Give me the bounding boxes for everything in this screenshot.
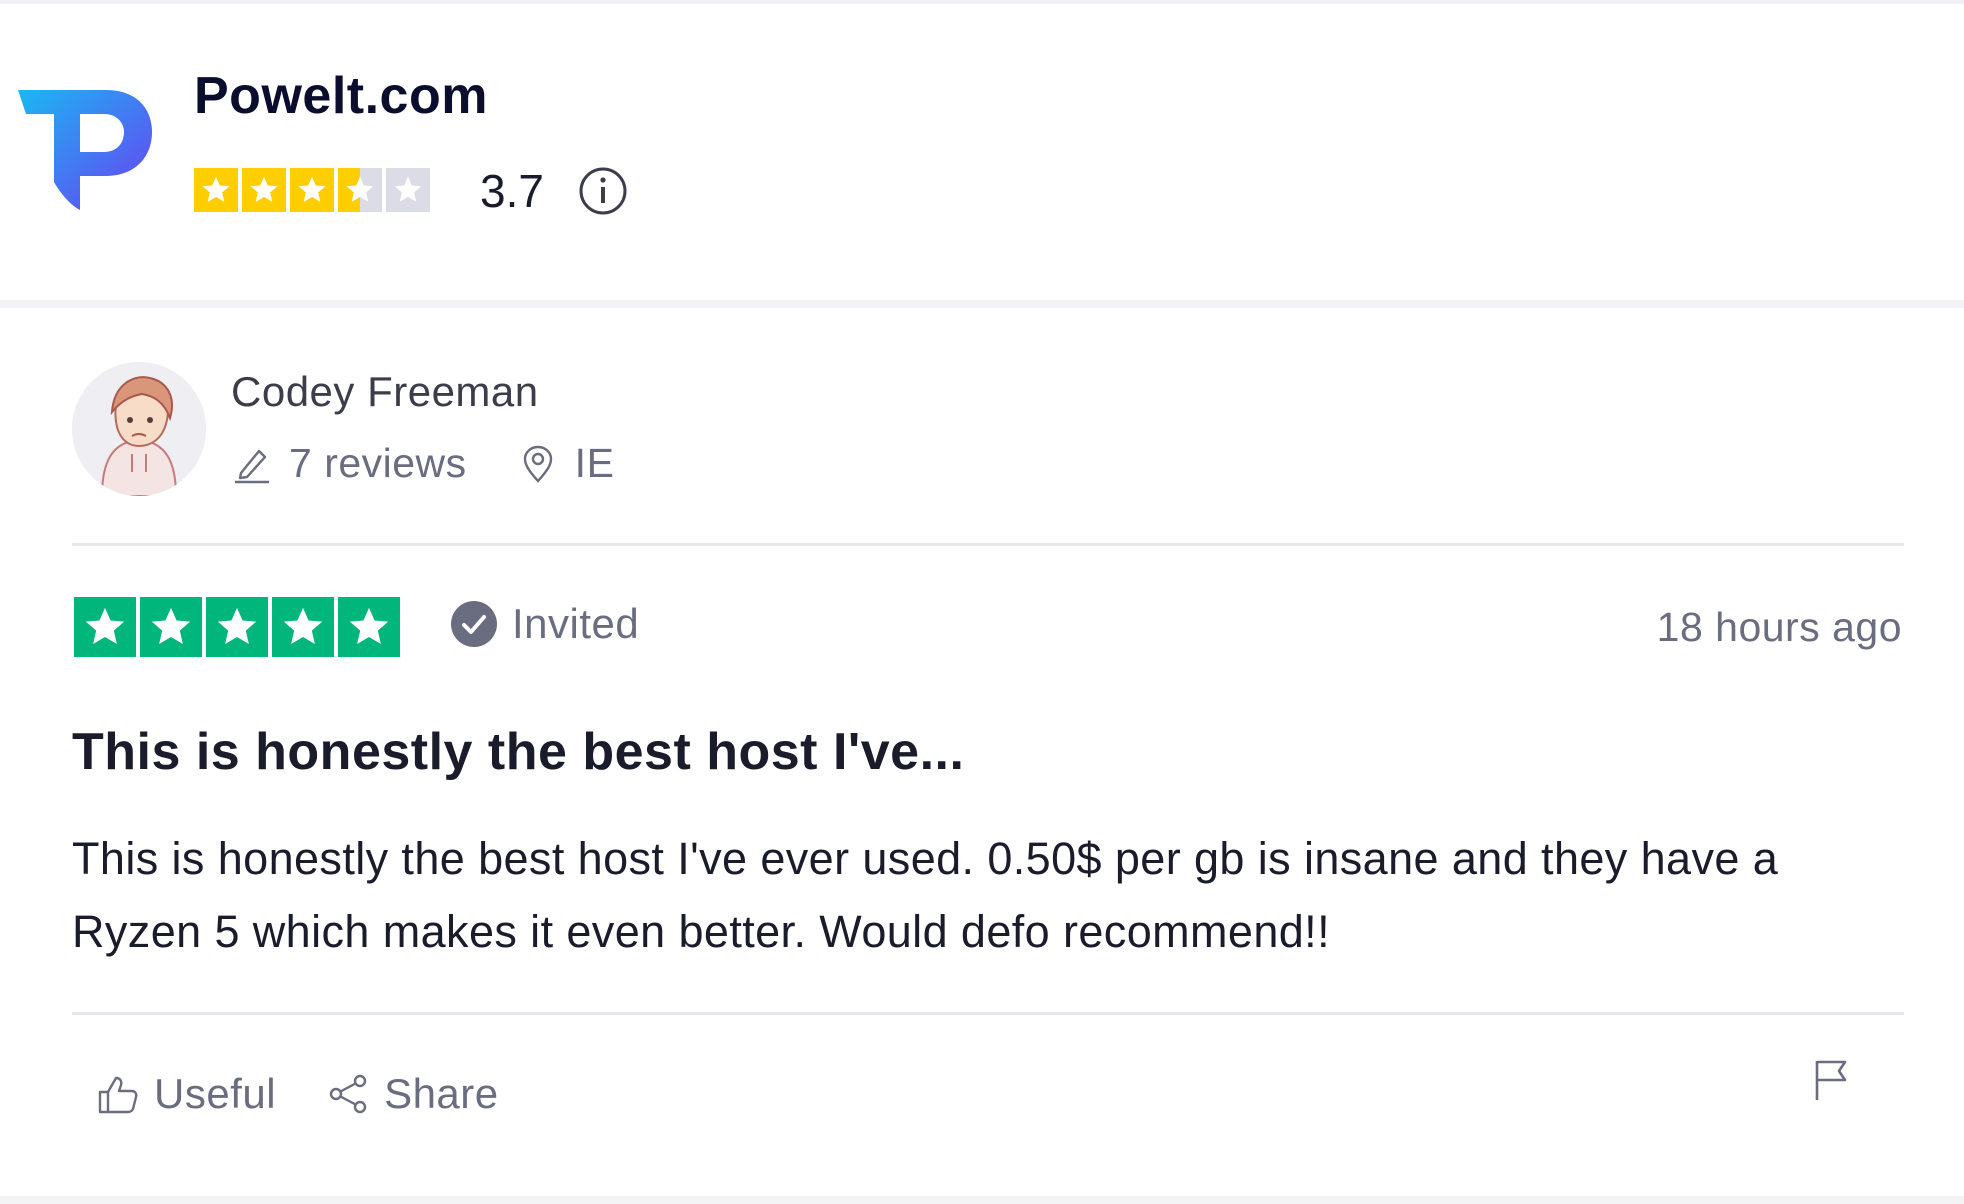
star-icon xyxy=(74,597,136,657)
logo-text: POWELT.COM xyxy=(43,142,54,209)
flag-icon[interactable] xyxy=(1812,1058,1852,1102)
review-date: 18 hours ago xyxy=(1656,604,1902,650)
review-actions: Useful Share xyxy=(96,1070,499,1118)
share-icon xyxy=(329,1074,367,1114)
location-pin-icon xyxy=(523,445,552,483)
star-icon xyxy=(206,597,268,657)
share-label: Share xyxy=(384,1070,499,1117)
half-star-icon xyxy=(338,168,382,212)
useful-button[interactable]: Useful xyxy=(96,1070,276,1118)
useful-label: Useful xyxy=(154,1070,277,1117)
business-rating-score: 3.7 xyxy=(480,165,544,217)
empty-star-icon xyxy=(386,168,430,212)
bottom-edge xyxy=(0,1196,1964,1204)
star-icon xyxy=(242,168,286,212)
star-icon xyxy=(140,597,202,657)
star-icon xyxy=(290,168,334,212)
review-star-rating xyxy=(74,597,400,657)
invited-label: Invited xyxy=(512,600,640,647)
section-divider xyxy=(0,300,1964,308)
star-icon xyxy=(272,597,334,657)
powelt-logo[interactable]: POWELT.COM xyxy=(18,82,154,212)
star-icon xyxy=(338,597,400,657)
review-body: This is honestly the best host I've ever… xyxy=(72,833,1779,957)
thumbs-up-icon xyxy=(98,1076,138,1114)
invited-badge[interactable]: Invited xyxy=(450,600,639,648)
star-icon xyxy=(194,168,238,212)
pencil-icon xyxy=(235,449,269,483)
reviewer-meta: 7 reviews IE xyxy=(231,440,614,487)
reviewer-name[interactable]: Codey Freeman xyxy=(231,368,539,416)
divider xyxy=(72,1012,1904,1015)
reviews-count: 7 reviews xyxy=(289,440,467,486)
divider xyxy=(72,543,1904,546)
review-title[interactable]: This is honestly the best host I've... xyxy=(72,722,964,782)
verified-check-icon xyxy=(451,601,497,647)
business-star-rating xyxy=(194,168,430,212)
business-name[interactable]: Powelt.com xyxy=(194,66,488,126)
business-header: POWELT.COM Powelt.com 3.7 xyxy=(0,4,1964,300)
reviewer-country: IE xyxy=(574,440,615,486)
info-icon[interactable] xyxy=(578,166,628,216)
avatar[interactable] xyxy=(72,362,206,496)
share-button[interactable]: Share xyxy=(326,1070,499,1118)
